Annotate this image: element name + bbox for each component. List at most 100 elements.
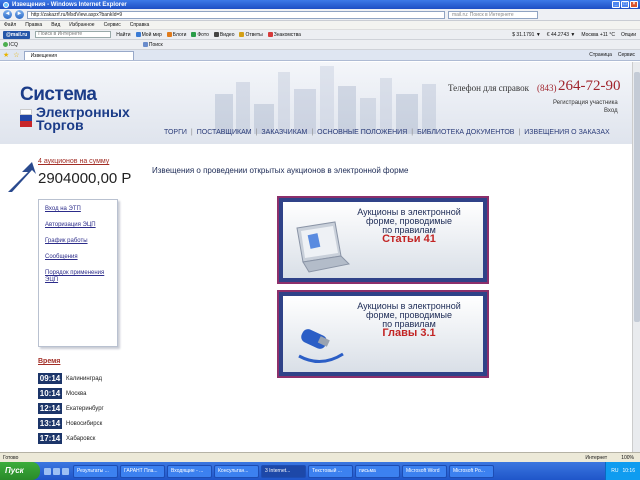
city-skyline-image — [215, 66, 436, 134]
back-button[interactable]: ◄ — [3, 10, 12, 19]
time-value: 12:14 — [38, 403, 62, 414]
maximize-button[interactable]: □ — [621, 1, 629, 8]
toolbar-item-video[interactable]: Видео — [213, 31, 234, 38]
toolbar-item-blogs[interactable]: Блоги — [166, 32, 186, 38]
time-title[interactable]: Время — [38, 358, 60, 365]
toolbar-item-photo[interactable]: Фото — [191, 32, 209, 38]
time-row: 09:14 Калининград — [38, 373, 102, 384]
menu-view[interactable]: Вид — [51, 22, 60, 28]
minimize-button[interactable]: _ — [612, 1, 620, 8]
favorites-star-icon[interactable]: ★ — [3, 51, 9, 59]
taskbar-item[interactable]: Входящие - ... — [167, 464, 212, 478]
menu-edit[interactable]: Правка — [25, 22, 42, 28]
site-header: Система Электронных Торгов Телефон для с… — [0, 62, 632, 144]
phone-label: Телефон для справок — [448, 83, 529, 93]
side-link-ecp-auth[interactable]: Авторизация ЭЦП — [45, 222, 111, 229]
taskbar-item-active[interactable]: 3 Internet... — [261, 464, 306, 478]
toolbar-search-input[interactable]: Поиск в Интернете — [35, 31, 112, 38]
time-row: 10:14 Москва — [38, 388, 86, 399]
menu-file[interactable]: Файл — [4, 22, 16, 28]
time-city: Новосибирск — [66, 420, 103, 427]
forward-button[interactable]: ► — [15, 10, 24, 19]
quick-launch-icon[interactable] — [62, 467, 69, 475]
dating-icon — [267, 31, 273, 37]
page-viewport: Система Электронных Торгов Телефон для с… — [0, 62, 632, 452]
quick-launch-icon[interactable] — [44, 467, 51, 475]
side-link-schedule[interactable]: График работы — [45, 238, 111, 245]
menu-help[interactable]: Справка — [130, 22, 150, 28]
toolbar-item-dating[interactable]: Знакомства — [267, 31, 301, 38]
time-city: Екатеринбург — [66, 405, 104, 412]
weather[interactable]: Москва +11 °C — [581, 32, 615, 38]
logo-line3: Торгов — [36, 117, 84, 133]
menu-tools[interactable]: Сервис — [104, 22, 121, 28]
photo-icon — [191, 31, 197, 37]
nav-customers[interactable]: ЗАКАЗЧИКАМ — [261, 129, 307, 136]
nav-auctions[interactable]: ТОРГИ — [164, 129, 187, 136]
site-logo[interactable]: Система Электронных Торгов — [20, 84, 130, 132]
icq-icon — [3, 41, 8, 47]
taskbar: Пуск Результаты ... ГАРАНТ Пла... Входящ… — [0, 462, 640, 480]
secondary-toolbar: ICQ Поиск — [0, 40, 640, 50]
auctions-count-link[interactable]: 4 аукционов на сумму — [38, 158, 109, 165]
usb-token-icon — [298, 329, 344, 363]
address-bar[interactable]: http://zakazrf.ru/MsdView.aspx?bankId=9 — [27, 10, 445, 19]
language-indicator[interactable]: RU — [611, 468, 618, 474]
login-link[interactable]: Вход — [604, 108, 618, 114]
start-button[interactable]: Пуск — [0, 462, 40, 480]
system-tray: RU 10:16 — [605, 462, 640, 480]
side-menu: Вход на ЭТП Авторизация ЭЦП График работ… — [38, 199, 118, 347]
taskbar-item[interactable]: Microsoft Word — [402, 464, 447, 478]
security-zone: Интернет — [585, 454, 608, 461]
answers-icon — [239, 31, 245, 37]
tools-menu-button[interactable]: Сервис — [618, 52, 635, 58]
tab-active[interactable]: Извещения — [23, 50, 134, 60]
time-value: 10:14 — [38, 388, 62, 399]
icq-button[interactable]: ICQ — [3, 42, 18, 48]
nav-suppliers[interactable]: ПОСТАВЩИКАМ — [197, 129, 252, 136]
add-favorites-icon[interactable]: ☆ — [13, 51, 19, 59]
toolbar-item-myworld[interactable]: Мой мир — [135, 32, 162, 38]
nav-regulations[interactable]: ОСНОВНЫЕ ПОЛОЖЕНИЯ — [317, 129, 407, 136]
taskbar-item[interactable]: Microsoft Po... — [449, 464, 494, 478]
taskbar-item[interactable]: Текстовый ... — [308, 464, 353, 478]
quick-launch-icon[interactable] — [53, 467, 60, 475]
clock: 10:16 — [622, 468, 635, 474]
banner-highlight: Статьи 41 — [382, 233, 436, 245]
toolbar-find-button[interactable]: Найти — [116, 32, 130, 38]
nav-notices[interactable]: ИЗВЕЩЕНИЯ О ЗАКАЗАХ — [524, 129, 609, 136]
video-icon — [213, 31, 219, 37]
side-link-ecp-procedure[interactable]: Порядок применения ЭЦП — [45, 270, 111, 284]
taskbar-item[interactable]: Результаты ... — [73, 464, 118, 478]
russian-flag-icon — [20, 109, 32, 127]
page-menu-button[interactable]: Страница — [589, 52, 612, 58]
arrow-icon — [8, 162, 36, 192]
time-city: Хабаровск — [66, 435, 96, 442]
side-link-login[interactable]: Вход на ЭТП — [45, 206, 111, 213]
taskbar-item[interactable]: ГАРАНТ Пла... — [120, 464, 165, 478]
banner-article-41[interactable]: Аукционы в электронной форме, проводимые… — [277, 196, 489, 284]
taskbar-item[interactable]: Консультан... — [214, 464, 259, 478]
auctions-total-sum: 2904000,00 Р — [38, 170, 132, 187]
taskbar-item[interactable]: письма — [355, 464, 400, 478]
nav-library[interactable]: БИБЛИОТЕКА ДОКУМЕНТОВ — [417, 129, 514, 136]
mailru-toolbar: @mail.ru Поиск в Интернете Найти Мой мир… — [0, 30, 640, 40]
banner-chapter-3-1[interactable]: Аукционы в электронной форме, проводимые… — [277, 290, 489, 378]
register-link[interactable]: Регистрация участника — [553, 100, 618, 106]
options-button[interactable]: Опции — [621, 32, 636, 38]
browser-search-input[interactable]: mail.ru: Поиск в Интернете — [448, 10, 538, 19]
side-link-messages[interactable]: Сообщения — [45, 254, 111, 261]
status-bar: Готово Интернет 100% — [0, 452, 640, 462]
zoom-level[interactable]: 100% — [621, 455, 634, 461]
toolbar2-search-button[interactable]: Поиск — [142, 42, 163, 48]
window-titlebar: Извещения - Windows Internet Explorer _ … — [0, 0, 640, 9]
mailru-logo[interactable]: @mail.ru — [3, 30, 31, 39]
time-city: Калининград — [66, 375, 103, 382]
toolbar-item-answers[interactable]: Ответы — [239, 31, 263, 38]
vertical-scrollbar[interactable] — [632, 62, 640, 452]
scrollbar-thumb[interactable] — [634, 72, 640, 322]
time-value: 13:14 — [38, 418, 62, 429]
menu-favorites[interactable]: Избранное — [69, 22, 94, 28]
close-button[interactable]: × — [630, 1, 638, 8]
time-row: 13:14 Новосибирск — [38, 418, 102, 429]
